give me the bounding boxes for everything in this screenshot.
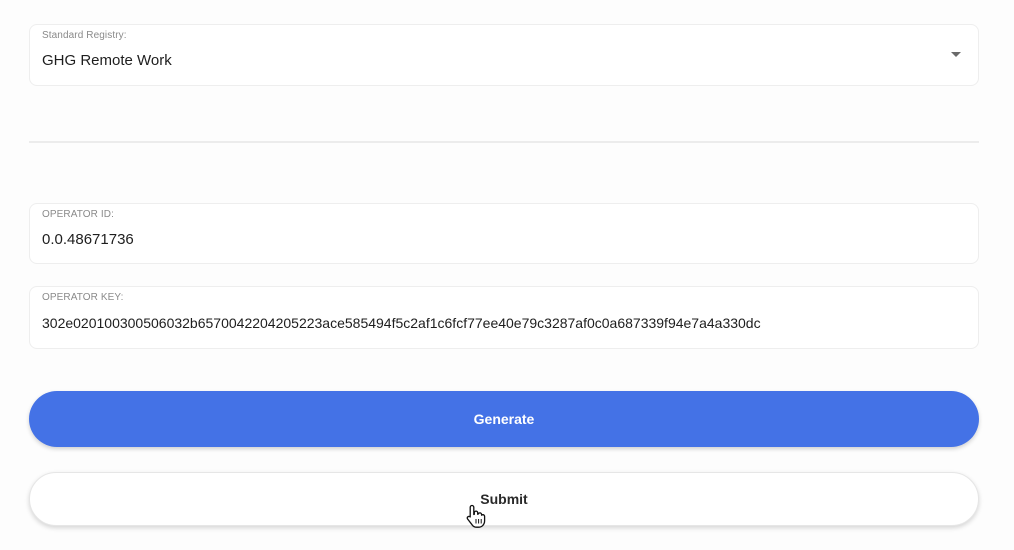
chevron-down-icon[interactable] <box>951 52 961 57</box>
operator-id-field[interactable]: OPERATOR ID: 0.0.48671736 <box>29 203 979 264</box>
operator-key-label: OPERATOR KEY: <box>42 292 124 303</box>
operator-form: Standard Registry: GHG Remote Work OPERA… <box>0 0 1014 550</box>
operator-id-value[interactable]: 0.0.48671736 <box>42 231 134 248</box>
section-divider <box>29 141 979 143</box>
submit-button[interactable]: Submit <box>29 472 979 526</box>
operator-id-label: OPERATOR ID: <box>42 209 114 220</box>
standard-registry-select[interactable]: Standard Registry: GHG Remote Work <box>29 24 979 86</box>
operator-key-field[interactable]: OPERATOR KEY: 302e020100300506032b657004… <box>29 286 979 349</box>
generate-button[interactable]: Generate <box>29 391 979 447</box>
standard-registry-label: Standard Registry: <box>42 30 127 41</box>
hand-pointer-icon <box>466 504 486 528</box>
standard-registry-value: GHG Remote Work <box>42 52 172 69</box>
operator-key-value[interactable]: 302e020100300506032b6570042204205223ace5… <box>42 315 761 331</box>
